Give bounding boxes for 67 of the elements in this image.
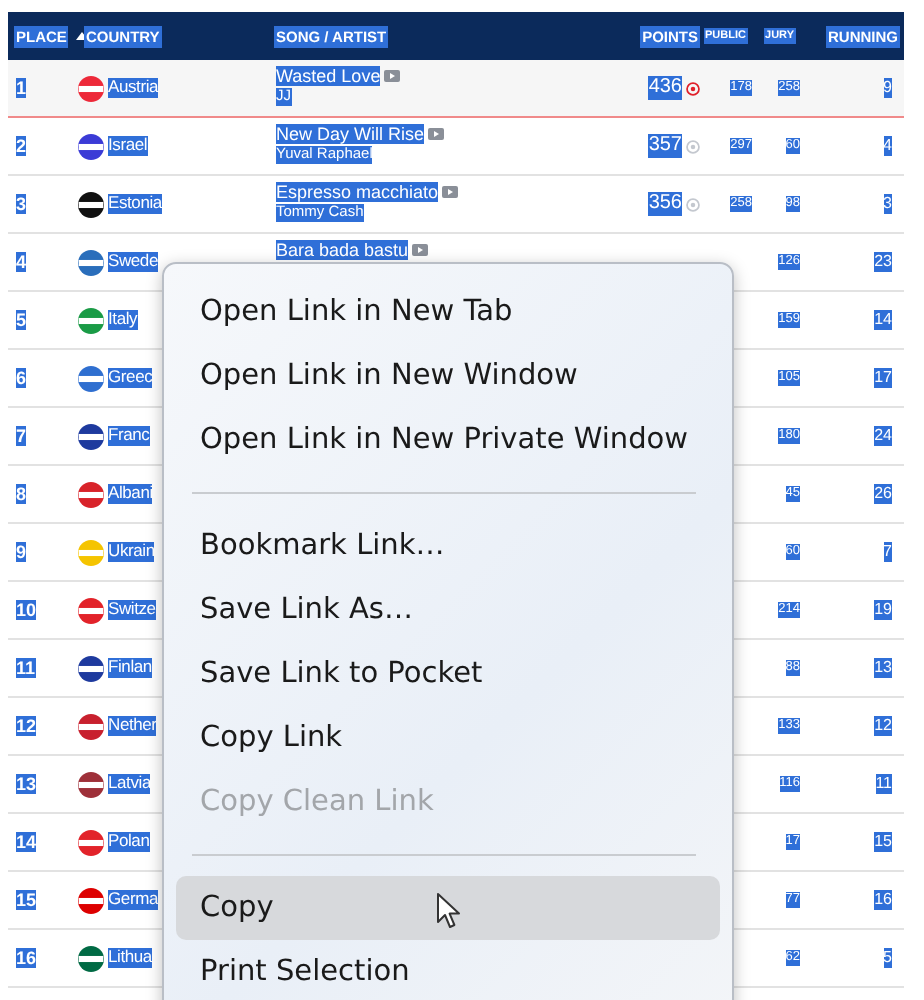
country-link[interactable]: Switze <box>108 600 156 620</box>
menu-item[interactable]: Open Link in New Tab <box>176 280 720 345</box>
song-link[interactable]: Bara bada bastu <box>276 240 409 261</box>
place-number: 12 <box>16 715 37 737</box>
place-number: 3 <box>16 193 27 215</box>
running-order: 11 <box>875 774 892 794</box>
place-number: 10 <box>16 599 37 621</box>
place-number: 15 <box>16 889 37 911</box>
running-order: 15 <box>874 832 892 852</box>
menu-item[interactable]: Open Link in New Private Window <box>176 408 720 473</box>
points-value: 436 <box>648 76 682 100</box>
video-icon[interactable] <box>412 244 429 257</box>
country-link[interactable]: Lithua <box>108 948 152 968</box>
place-number: 16 <box>16 947 37 969</box>
running-order: 17 <box>874 368 892 388</box>
country-link[interactable]: Swede <box>108 252 158 272</box>
country-link[interactable]: Latvia <box>108 774 151 794</box>
country-link[interactable]: Nether <box>108 716 157 736</box>
video-icon[interactable] <box>442 186 459 199</box>
song-link[interactable]: Espresso macchiato <box>276 182 439 203</box>
running-order: 13 <box>874 658 892 678</box>
running-order: 5 <box>883 948 892 968</box>
menu-item[interactable]: Bookmark Link… <box>176 513 720 578</box>
country-link[interactable]: Ukrain <box>108 542 155 562</box>
menu-item[interactable]: Save Link to Pocket <box>176 641 720 706</box>
place-number: 8 <box>16 483 27 505</box>
video-icon[interactable] <box>384 70 401 83</box>
video-icon[interactable] <box>428 128 445 141</box>
place-number: 7 <box>16 425 27 447</box>
running-order: 19 <box>874 600 892 620</box>
place-number: 11 <box>16 657 36 679</box>
running-order: 7 <box>883 542 892 562</box>
points-value: 357 <box>648 134 682 158</box>
running-order: 23 <box>874 252 892 272</box>
place-number: 14 <box>16 831 37 853</box>
running-order: 12 <box>874 716 892 736</box>
cursor-icon <box>436 891 462 930</box>
menu-item[interactable]: Copy <box>176 875 720 940</box>
country-link[interactable]: Greec <box>108 368 153 388</box>
running-order: 14 <box>874 310 892 330</box>
song-link[interactable]: Wasted Love <box>276 66 381 87</box>
menu-item[interactable]: Print Selection <box>176 939 720 1000</box>
running-order: 24 <box>874 426 892 446</box>
country-link[interactable]: Finlan <box>108 658 152 678</box>
running-order: 26 <box>874 484 892 504</box>
points-value: 356 <box>648 192 682 216</box>
country-link[interactable]: Estonia <box>108 194 162 214</box>
place-number: 9 <box>16 541 27 563</box>
country-link[interactable]: Germa <box>108 890 158 910</box>
running-order: 16 <box>874 890 892 910</box>
running-order: 4 <box>883 136 892 156</box>
song-link[interactable]: New Day Will Rise <box>276 124 425 145</box>
country-link[interactable]: Albani <box>108 484 153 504</box>
place-number: 2 <box>16 135 27 157</box>
country-link[interactable]: Franc <box>108 426 150 446</box>
place-number: 4 <box>16 251 27 273</box>
running-order: 3 <box>883 194 892 214</box>
menu-item[interactable]: Open Link in New Window <box>176 344 720 409</box>
menu-item[interactable]: Copy Link <box>176 706 720 771</box>
place-number: 13 <box>16 773 37 795</box>
country-link[interactable]: Israel <box>108 136 148 156</box>
place-number: 6 <box>16 367 27 389</box>
place-number: 5 <box>16 309 27 331</box>
country-link[interactable]: Polan <box>108 832 150 852</box>
country-link[interactable]: Italy <box>108 310 138 330</box>
place-number: 1 <box>16 77 27 99</box>
menu-item[interactable]: Save Link As… <box>176 577 720 642</box>
